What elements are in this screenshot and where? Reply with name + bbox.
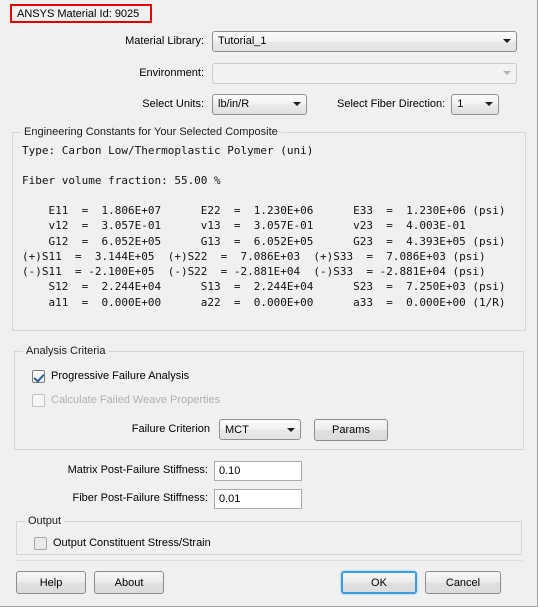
help-button[interactable]: Help <box>16 571 86 594</box>
chevron-down-icon <box>480 102 498 106</box>
fiber-post-failure-stiffness-label: Fiber Post-Failure Stiffness: <box>72 492 208 504</box>
material-library-dropdown[interactable]: Tutorial_1 <box>212 30 517 52</box>
checkbox-icon[interactable] <box>32 369 45 383</box>
chevron-down-icon <box>498 71 516 75</box>
engineering-constants-fiber-volume-line: Fiber volume fraction: 55.00 % <box>22 174 221 187</box>
material-library-value: Tutorial_1 <box>218 35 267 47</box>
failure-criterion-value: MCT <box>225 423 249 436</box>
failure-criterion-dropdown[interactable]: MCT <box>219 419 301 440</box>
material-properties-dialog: ANSYS Material Id: 9025 Material Library… <box>0 0 538 607</box>
calculate-failed-weave-properties-checkbox: Calculate Failed Weave Properties <box>32 392 220 408</box>
fiber-post-failure-stiffness-input[interactable] <box>214 489 302 509</box>
ok-button[interactable]: OK <box>341 571 417 594</box>
material-id-highlight-box: ANSYS Material Id: 9025 <box>10 4 152 23</box>
engineering-constants-title: Engineering Constants for Your Selected … <box>21 126 281 138</box>
select-units-dropdown[interactable]: lb/in/R <box>212 93 307 115</box>
analysis-criteria-title: Analysis Criteria <box>23 345 109 357</box>
material-library-row: Material Library: Tutorial_1 <box>0 30 538 52</box>
select-units-label: Select Units: <box>142 98 204 110</box>
engineering-constants-table: E11 = 1.806E+07 E22 = 1.230E+06 E33 = 1.… <box>22 204 506 309</box>
progressive-failure-analysis-checkbox[interactable]: Progressive Failure Analysis <box>32 368 189 384</box>
chevron-down-icon <box>498 39 516 43</box>
params-button[interactable]: Params <box>314 419 388 441</box>
matrix-post-failure-stiffness-input[interactable] <box>214 461 302 481</box>
environment-row: Environment: <box>0 62 538 84</box>
engineering-constants-type-line: Type: Carbon Low/Thermoplastic Polymer (… <box>22 144 314 157</box>
environment-label: Environment: <box>139 67 204 79</box>
output-constituent-stress-strain-label: Output Constituent Stress/Strain <box>53 537 211 549</box>
material-id-label: ANSYS Material Id: 9025 <box>17 7 140 20</box>
checkbox-icon[interactable] <box>34 536 47 550</box>
environment-dropdown[interactable] <box>212 62 517 84</box>
select-fiber-direction-label: Select Fiber Direction: <box>337 98 446 110</box>
units-fiber-row: Select Units: lb/in/R Select Fiber Direc… <box>0 93 538 115</box>
output-constituent-stress-strain-checkbox[interactable]: Output Constituent Stress/Strain <box>34 535 211 551</box>
chevron-down-icon <box>282 427 300 432</box>
about-button[interactable]: About <box>94 571 164 594</box>
cancel-button[interactable]: Cancel <box>425 571 501 594</box>
chevron-down-icon <box>288 102 306 106</box>
matrix-post-failure-stiffness-label: Matrix Post-Failure Stiffness: <box>67 464 208 476</box>
calculate-failed-weave-properties-label: Calculate Failed Weave Properties <box>51 394 221 406</box>
checkbox-icon <box>32 393 45 407</box>
select-units-value: lb/in/R <box>218 98 250 110</box>
footer-divider <box>16 560 522 561</box>
failure-criterion-label: Failure Criterion <box>131 423 210 435</box>
material-library-label: Material Library: <box>125 35 204 47</box>
progressive-failure-analysis-label: Progressive Failure Analysis <box>51 370 190 382</box>
select-fiber-direction-dropdown[interactable]: 1 <box>451 93 500 115</box>
output-title: Output <box>25 515 65 527</box>
select-fiber-direction-value: 1 <box>457 98 464 110</box>
